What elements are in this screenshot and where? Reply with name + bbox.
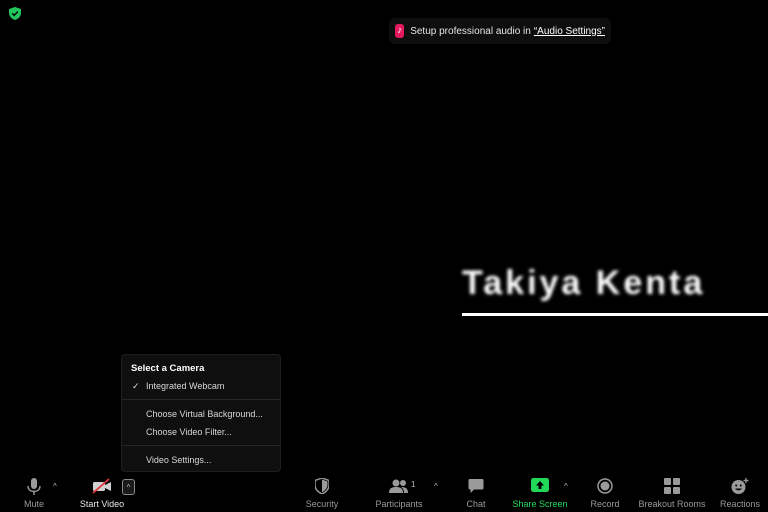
breakout-rooms-button[interactable]: Breakout Rooms [636, 472, 708, 512]
video-off-icon [92, 478, 111, 494]
participants-label: Participants [375, 499, 423, 509]
chat-button[interactable]: Chat [456, 472, 496, 512]
menu-divider [122, 445, 280, 446]
smiley-icon [731, 478, 749, 494]
meeting-toolbar: Mute ^ Start Video ^ Security Participan… [0, 472, 768, 512]
camera-menu: Select a Camera ✓ Integrated Webcam Choo… [121, 354, 281, 472]
mute-label: Mute [23, 499, 44, 509]
reactions-button[interactable]: Reactions [716, 472, 764, 512]
menu-item-video-filter[interactable]: Choose Video Filter... [146, 427, 232, 437]
record-icon [597, 478, 613, 494]
menu-item-integrated-webcam[interactable]: Integrated Webcam [146, 381, 224, 391]
music-note-icon: ♪ [395, 24, 405, 38]
participants-icon [389, 479, 408, 493]
start-video-label: Start Video [79, 499, 125, 509]
breakout-rooms-label: Breakout Rooms [638, 499, 706, 509]
breakout-rooms-icon [664, 478, 680, 494]
participant-name: Takiya Kenta [462, 264, 706, 302]
chat-bubble-icon [468, 479, 484, 493]
share-screen-icon [531, 478, 549, 492]
participant-name-underline [462, 313, 768, 316]
banner-text: Setup professional audio in [410, 25, 531, 37]
shield-icon [315, 478, 329, 494]
menu-item-virtual-background[interactable]: Choose Virtual Background... [146, 409, 263, 419]
audio-settings-banner: ♪ Setup professional audio in “Audio Set… [389, 18, 611, 44]
checkmark-icon: ✓ [132, 381, 140, 391]
menu-item-video-settings[interactable]: Video Settings... [146, 455, 211, 465]
reactions-label: Reactions [719, 499, 761, 509]
security-label: Security [305, 499, 339, 509]
participants-options-caret[interactable]: ^ [434, 482, 438, 491]
mute-button[interactable]: Mute [14, 472, 54, 512]
encryption-shield-icon[interactable] [9, 7, 21, 20]
share-options-caret[interactable]: ^ [564, 482, 568, 491]
share-screen-label: Share Screen [512, 499, 568, 509]
participants-count: 1 [411, 480, 416, 489]
audio-settings-link[interactable]: “Audio Settings” [534, 26, 605, 37]
security-button[interactable]: Security [300, 472, 344, 512]
chat-label: Chat [466, 499, 486, 509]
record-button[interactable]: Record [585, 472, 625, 512]
mute-options-caret[interactable]: ^ [53, 482, 57, 491]
share-screen-button[interactable]: Share Screen [510, 472, 570, 512]
menu-divider [122, 399, 280, 400]
microphone-icon [27, 478, 41, 495]
record-label: Record [590, 499, 620, 509]
video-options-caret[interactable]: ^ [122, 479, 135, 495]
participants-button[interactable]: Participants [372, 472, 426, 512]
camera-menu-title: Select a Camera [131, 363, 205, 374]
